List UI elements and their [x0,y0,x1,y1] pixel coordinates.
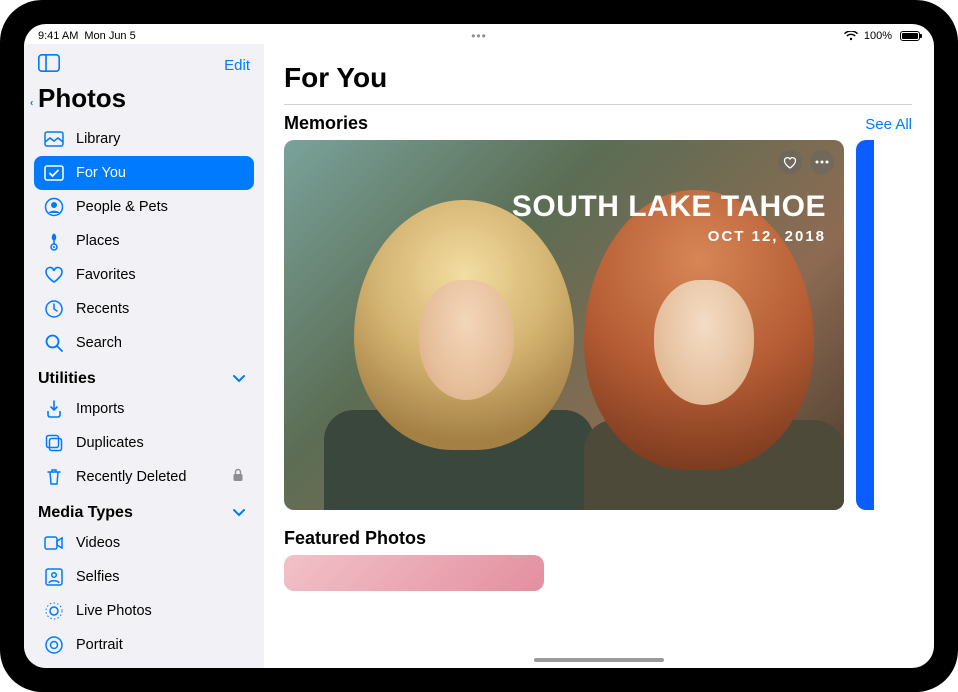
see-all-button[interactable]: See All [865,116,912,133]
featured-photo-card[interactable] [284,555,544,591]
section-media-types[interactable]: Media Types [34,494,254,526]
sidebar: Edit ‹ Photos Library For You [24,44,264,668]
section-label: Media Types [38,504,133,522]
portrait-icon [44,635,64,655]
sidebar-item-recently-deleted[interactable]: Recently Deleted [34,460,254,494]
search-icon [44,333,64,353]
sidebar-item-portrait[interactable]: Portrait [34,628,254,662]
places-icon [44,231,64,251]
sidebar-item-favorites[interactable]: Favorites [34,258,254,292]
selfie-icon [44,567,64,587]
wifi-icon [844,31,858,41]
chevron-down-icon [232,504,246,522]
status-bar: 9:41 AM Mon Jun 5 ••• 100% [24,24,934,44]
more-options-icon[interactable] [810,150,834,174]
trash-icon [44,467,64,487]
battery-percentage: 100% [864,30,892,42]
sidebar-item-label: Portrait [76,637,123,653]
import-icon [44,399,64,419]
heart-icon [44,265,64,285]
sidebar-item-label: Duplicates [76,435,144,451]
memory-photo-placeholder [284,221,844,510]
status-date: Mon Jun 5 [84,30,135,42]
sidebar-item-label: Favorites [76,267,136,283]
battery-icon [898,31,920,41]
sidebar-toggle-icon[interactable] [38,54,60,77]
section-label: Utilities [38,370,96,388]
sidebar-item-label: Library [76,131,120,147]
sidebar-item-people-pets[interactable]: People & Pets [34,190,254,224]
chevron-down-icon [232,370,246,388]
home-indicator[interactable] [534,658,664,662]
sidebar-item-duplicates[interactable]: Duplicates [34,426,254,460]
people-icon [44,197,64,217]
edit-button[interactable]: Edit [224,57,250,74]
sidebar-item-for-you[interactable]: For You [34,156,254,190]
main-content: For You Memories See All [264,44,934,668]
sidebar-item-label: For You [76,165,126,181]
sidebar-item-imports[interactable]: Imports [34,392,254,426]
sidebar-item-label: Recents [76,301,129,317]
next-memory-card[interactable] [856,140,874,510]
video-icon [44,533,64,553]
memory-date: OCT 12, 2018 [512,228,826,245]
section-header-featured: Featured Photos [284,528,912,549]
sidebar-item-label: Recently Deleted [76,469,186,485]
duplicates-icon [44,433,64,453]
sidebar-item-search[interactable]: Search [34,326,254,360]
sidebar-item-recents[interactable]: Recents [34,292,254,326]
caret-left-icon: ‹ [30,97,33,108]
page-title: For You [284,62,912,104]
clock-icon [44,299,64,319]
sidebar-item-library[interactable]: Library [34,122,254,156]
sidebar-item-videos[interactable]: Videos [34,526,254,560]
library-icon [44,129,64,149]
section-header-memories: Memories See All [284,113,912,134]
status-time: 9:41 AM [38,30,78,42]
for-you-icon [44,163,64,183]
favorite-heart-icon[interactable] [778,150,802,174]
sidebar-item-label: Selfies [76,569,120,585]
app-title: ‹ Photos [34,83,254,122]
sidebar-item-label: Places [76,233,120,249]
live-photos-icon [44,601,64,621]
lock-icon [232,468,244,486]
sidebar-item-selfies[interactable]: Selfies [34,560,254,594]
divider [284,104,912,105]
sidebar-item-label: Search [76,335,122,351]
multitask-dots-icon[interactable]: ••• [471,29,487,43]
memories-heading: Memories [284,113,368,134]
sidebar-item-places[interactable]: Places [34,224,254,258]
screen: 9:41 AM Mon Jun 5 ••• 100% [24,24,934,668]
featured-heading: Featured Photos [284,528,426,549]
sidebar-item-label: Imports [76,401,124,417]
sidebar-item-label: Live Photos [76,603,152,619]
sidebar-item-label: People & Pets [76,199,168,215]
section-utilities[interactable]: Utilities [34,360,254,392]
memory-card[interactable]: SOUTH LAKE TAHOE OCT 12, 2018 [284,140,844,510]
ipad-frame: 9:41 AM Mon Jun 5 ••• 100% [0,0,958,692]
memory-title: SOUTH LAKE TAHOE [512,190,826,224]
sidebar-item-label: Videos [76,535,120,551]
sidebar-item-live-photos[interactable]: Live Photos [34,594,254,628]
